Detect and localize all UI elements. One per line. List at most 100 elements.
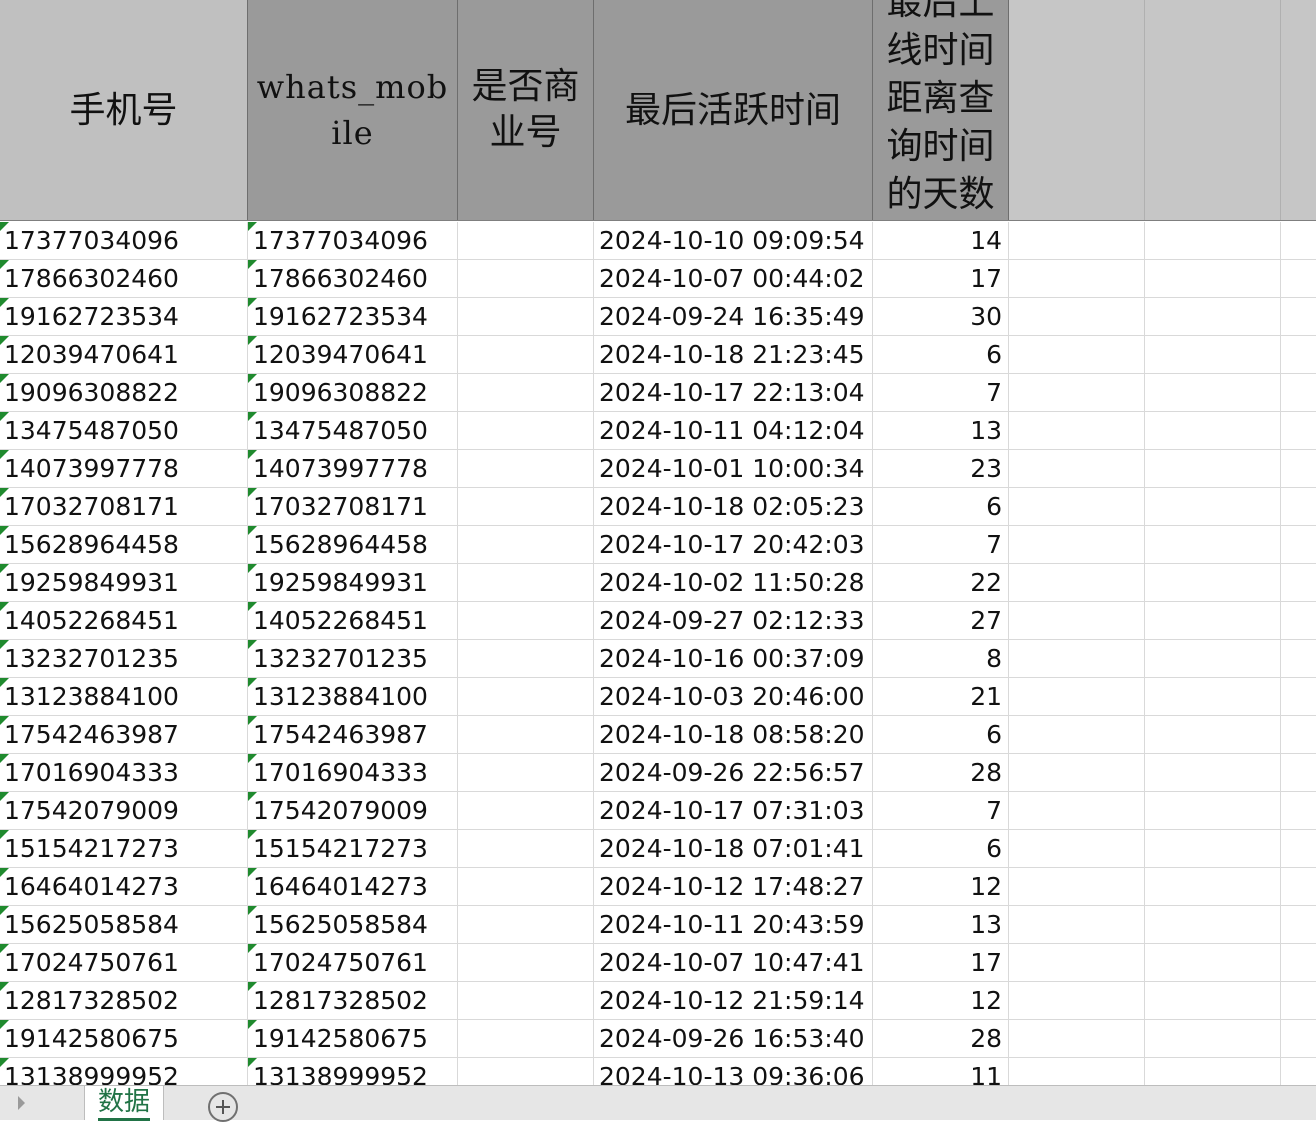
cell-empty[interactable] [1009, 260, 1145, 297]
cell-whats-mobile[interactable]: 13475487050 [248, 412, 458, 449]
cell-whats-mobile[interactable]: 13232701235 [248, 640, 458, 677]
cell-empty[interactable] [1145, 488, 1281, 525]
cell-whats-mobile[interactable]: 16464014273 [248, 868, 458, 905]
cell-whats-mobile[interactable]: 17866302460 [248, 260, 458, 297]
cell-last-active[interactable]: 2024-09-26 16:53:40 [594, 1020, 873, 1057]
cell-phone[interactable]: 15625058584 [0, 906, 248, 943]
cell-is-business[interactable] [458, 1020, 594, 1057]
cell-whats-mobile[interactable]: 13138999952 [248, 1058, 458, 1085]
cell-last-active[interactable]: 2024-10-10 09:09:54 [594, 222, 873, 259]
cell-last-active[interactable]: 2024-10-17 20:42:03 [594, 526, 873, 563]
cell-empty[interactable] [1009, 792, 1145, 829]
cell-empty[interactable] [1281, 868, 1316, 905]
cell-empty[interactable] [1145, 298, 1281, 335]
cell-phone[interactable]: 17542079009 [0, 792, 248, 829]
cell-phone[interactable]: 17866302460 [0, 260, 248, 297]
cell-whats-mobile[interactable]: 19162723534 [248, 298, 458, 335]
cell-last-active[interactable]: 2024-10-13 09:36:06 [594, 1058, 873, 1085]
cell-empty[interactable] [1281, 982, 1316, 1019]
cell-last-active[interactable]: 2024-10-12 21:59:14 [594, 982, 873, 1019]
cell-empty[interactable] [1145, 412, 1281, 449]
cell-last-active[interactable]: 2024-10-16 00:37:09 [594, 640, 873, 677]
cell-whats-mobile[interactable]: 19259849931 [248, 564, 458, 601]
cell-is-business[interactable] [458, 678, 594, 715]
cell-whats-mobile[interactable]: 15625058584 [248, 906, 458, 943]
cell-phone[interactable]: 14052268451 [0, 602, 248, 639]
cell-is-business[interactable] [458, 792, 594, 829]
cell-last-active[interactable]: 2024-10-17 22:13:04 [594, 374, 873, 411]
cell-empty[interactable] [1145, 1058, 1281, 1085]
cell-phone[interactable]: 13123884100 [0, 678, 248, 715]
cell-empty[interactable] [1145, 1020, 1281, 1057]
cell-phone[interactable]: 17024750761 [0, 944, 248, 981]
cell-whats-mobile[interactable]: 17542463987 [248, 716, 458, 753]
cell-days-since[interactable]: 28 [873, 1020, 1009, 1057]
cell-empty[interactable] [1009, 298, 1145, 335]
cell-empty[interactable] [1281, 906, 1316, 943]
cell-empty[interactable] [1281, 1058, 1316, 1085]
cell-empty[interactable] [1009, 982, 1145, 1019]
cell-is-business[interactable] [458, 298, 594, 335]
cell-days-since[interactable]: 13 [873, 412, 1009, 449]
cell-last-active[interactable]: 2024-10-07 10:47:41 [594, 944, 873, 981]
cell-empty[interactable] [1281, 944, 1316, 981]
cell-empty[interactable] [1009, 830, 1145, 867]
cell-whats-mobile[interactable]: 15628964458 [248, 526, 458, 563]
cell-empty[interactable] [1145, 336, 1281, 373]
cell-empty[interactable] [1009, 868, 1145, 905]
cell-last-active[interactable]: 2024-10-01 10:00:34 [594, 450, 873, 487]
cell-days-since[interactable]: 6 [873, 830, 1009, 867]
cell-whats-mobile[interactable]: 17542079009 [248, 792, 458, 829]
cell-days-since[interactable]: 7 [873, 526, 1009, 563]
cell-is-business[interactable] [458, 488, 594, 525]
cell-phone[interactable]: 19142580675 [0, 1020, 248, 1057]
cell-whats-mobile[interactable]: 12817328502 [248, 982, 458, 1019]
cell-empty[interactable] [1281, 1020, 1316, 1057]
cell-phone[interactable]: 16464014273 [0, 868, 248, 905]
cell-days-since[interactable]: 17 [873, 944, 1009, 981]
cell-whats-mobile[interactable]: 19142580675 [248, 1020, 458, 1057]
cell-last-active[interactable]: 2024-10-17 07:31:03 [594, 792, 873, 829]
cell-days-since[interactable]: 17 [873, 260, 1009, 297]
cell-last-active[interactable]: 2024-10-18 08:58:20 [594, 716, 873, 753]
cell-days-since[interactable]: 14 [873, 222, 1009, 259]
cell-empty[interactable] [1009, 222, 1145, 259]
header-whats-mobile[interactable]: whats_mob ile [248, 0, 458, 220]
cell-empty[interactable] [1009, 336, 1145, 373]
cell-whats-mobile[interactable]: 17032708171 [248, 488, 458, 525]
cell-is-business[interactable] [458, 982, 594, 1019]
cell-days-since[interactable]: 6 [873, 488, 1009, 525]
cell-phone[interactable]: 12817328502 [0, 982, 248, 1019]
cell-days-since[interactable]: 21 [873, 678, 1009, 715]
cell-empty[interactable] [1145, 222, 1281, 259]
cell-is-business[interactable] [458, 868, 594, 905]
cell-days-since[interactable]: 28 [873, 754, 1009, 791]
cell-is-business[interactable] [458, 602, 594, 639]
cell-empty[interactable] [1145, 260, 1281, 297]
cell-phone[interactable]: 15154217273 [0, 830, 248, 867]
cell-empty[interactable] [1281, 412, 1316, 449]
cell-last-active[interactable]: 2024-09-26 22:56:57 [594, 754, 873, 791]
cell-days-since[interactable]: 11 [873, 1058, 1009, 1085]
cell-phone[interactable]: 17377034096 [0, 222, 248, 259]
cell-days-since[interactable]: 12 [873, 982, 1009, 1019]
cell-phone[interactable]: 17016904333 [0, 754, 248, 791]
cell-whats-mobile[interactable]: 13123884100 [248, 678, 458, 715]
cell-phone[interactable]: 17542463987 [0, 716, 248, 753]
cell-empty[interactable] [1145, 906, 1281, 943]
cell-empty[interactable] [1281, 754, 1316, 791]
cell-empty[interactable] [1009, 450, 1145, 487]
cell-phone[interactable]: 13475487050 [0, 412, 248, 449]
cell-empty[interactable] [1145, 602, 1281, 639]
cell-empty[interactable] [1281, 526, 1316, 563]
cell-empty[interactable] [1009, 944, 1145, 981]
sheet-tab-data[interactable]: 数据 [84, 1086, 164, 1121]
cell-last-active[interactable]: 2024-10-02 11:50:28 [594, 564, 873, 601]
cell-empty[interactable] [1281, 488, 1316, 525]
cell-is-business[interactable] [458, 944, 594, 981]
cell-last-active[interactable]: 2024-10-11 20:43:59 [594, 906, 873, 943]
cell-empty[interactable] [1145, 716, 1281, 753]
cell-is-business[interactable] [458, 906, 594, 943]
cell-empty[interactable] [1009, 716, 1145, 753]
cell-empty[interactable] [1145, 830, 1281, 867]
